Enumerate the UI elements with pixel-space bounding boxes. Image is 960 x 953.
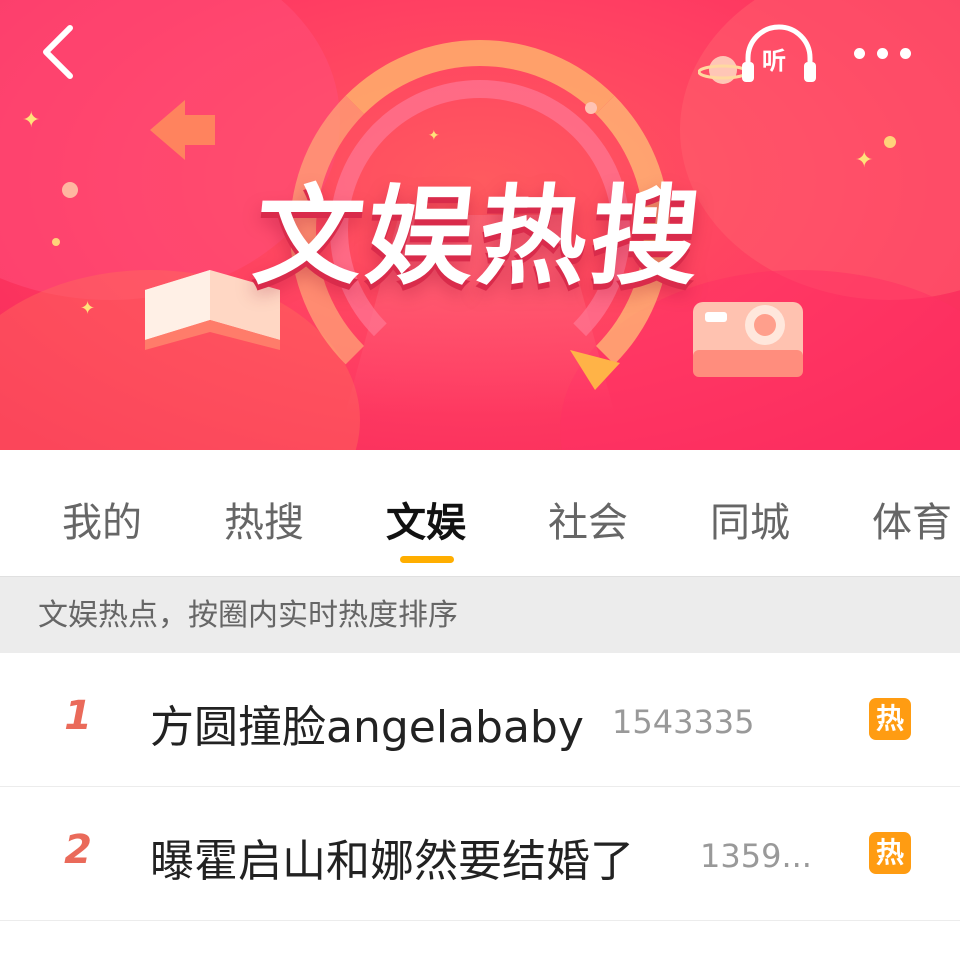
section-hint: 文娱热点，按圈内实时热度排序 [0,576,960,653]
tab-society[interactable]: 社会 [548,490,628,548]
heat-count: 1359... [700,837,812,875]
tab-local[interactable]: 同城 [710,490,790,548]
listen-button[interactable]: 听 [738,22,820,88]
more-dots-icon [900,48,911,59]
more-dots-icon [854,48,865,59]
topic-title: 方圆撞脸angelababy [150,702,584,753]
tab-sports[interactable]: 体育 [872,490,952,548]
back-button[interactable] [30,22,90,82]
more-dots-icon [877,48,888,59]
sparkle-icon: ✦ [428,128,440,144]
banner-title: 文娱热搜 [248,175,710,300]
tab-mine[interactable]: 我的 [62,490,142,548]
chevron-left-icon [43,25,73,79]
sparkle-icon: ✦ [22,108,41,133]
dot-decoration [884,136,896,148]
triangle-decoration-icon [570,350,620,390]
active-tab-indicator [400,556,454,563]
listen-label: 听 [762,47,786,75]
heat-count: 1543335 [612,703,755,741]
category-tabs: 我的 热搜 文娱 社会 同城 体育 [0,450,960,576]
hot-badge: 热 [869,698,911,740]
list-item[interactable]: 1 方圆撞脸angelababy 1543335 热 [0,653,960,787]
hot-badge: 热 [869,832,911,874]
topic-title: 曝霍启山和娜然要结婚了 [150,836,634,887]
banner: ✦ ✦ ✦ ✦ 文娱热搜 听 [0,0,960,450]
rank-number: 1 [64,693,92,739]
dot-decoration [585,102,597,114]
tab-hot-search[interactable]: 热搜 [224,490,304,548]
hot-search-list: 1 方圆撞脸angelababy 1543335 热 2 曝霍启山和娜然要结婚了… [0,653,960,921]
tab-entertainment[interactable]: 文娱 [386,490,466,548]
rank-number: 2 [64,827,92,873]
list-item[interactable]: 2 曝霍启山和娜然要结婚了 1359... 热 [0,787,960,921]
more-button[interactable] [850,36,916,76]
